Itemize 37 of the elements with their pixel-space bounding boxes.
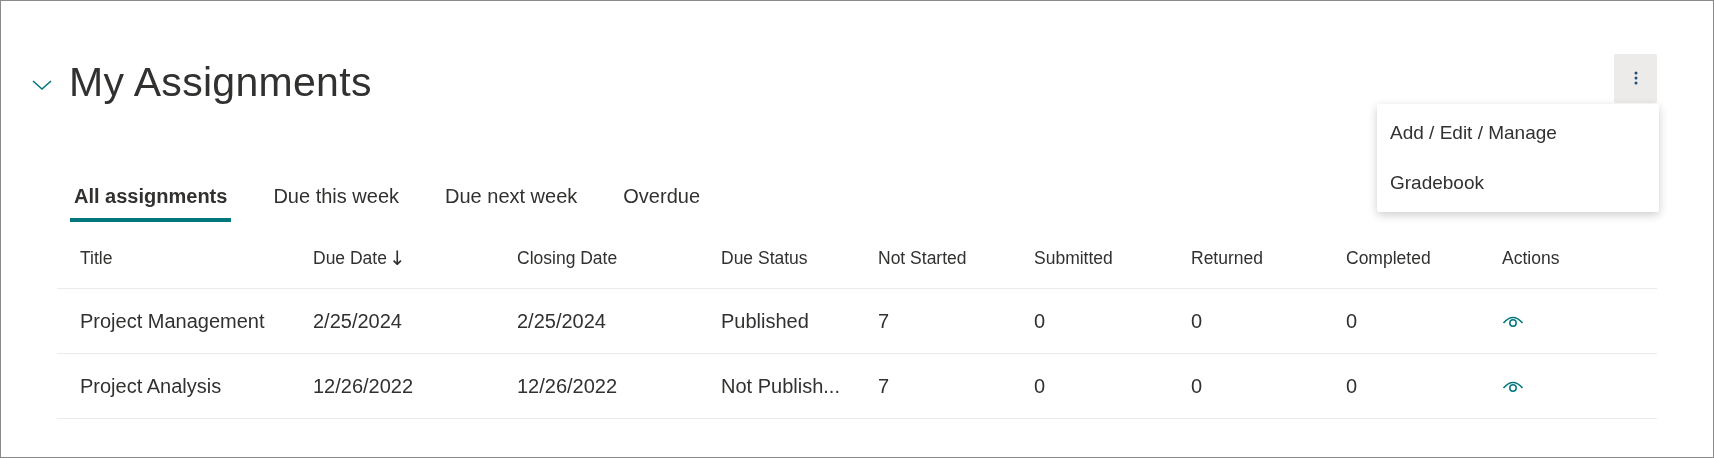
menu-item[interactable]: Add / Edit / Manage [1377, 108, 1659, 158]
tab[interactable]: Due this week [269, 185, 403, 222]
tab[interactable]: Due next week [441, 185, 582, 222]
column-header[interactable]: Closing Date [494, 247, 698, 269]
column-header[interactable]: Actions [1479, 247, 1636, 269]
table-cell-text: 7 [877, 374, 891, 398]
table-cell-text: 0 [1345, 309, 1359, 333]
column-header[interactable]: Title [57, 247, 290, 269]
table-cell-text: Published [720, 309, 810, 333]
column-header[interactable]: Due Date [313, 247, 387, 269]
column-header[interactable]: Submitted [1011, 247, 1168, 269]
table-cell-text: 7 [877, 309, 891, 333]
table-cell-text: 0 [1033, 374, 1047, 398]
column-header[interactable]: Not Started [855, 247, 1011, 269]
table-cell-text: Project Analysis [79, 374, 223, 398]
table-cell-text: 0 [1190, 374, 1204, 398]
table-cell-text: 12/26/2022 [516, 374, 619, 398]
chevron-icon[interactable] [31, 78, 53, 92]
table-cell-text: 0 [1190, 309, 1204, 333]
table-cell-text: 0 [1345, 374, 1359, 398]
column-header[interactable]: Due Status [698, 247, 855, 269]
tab[interactable]: All assignments [70, 185, 232, 222]
column-header[interactable]: Completed [1323, 247, 1479, 269]
more-icon [1633, 71, 1638, 85]
section-title: My Assignments [69, 58, 372, 106]
column-header[interactable]: Returned [1168, 247, 1323, 269]
sort-arrow-icon: ↓ [388, 246, 406, 270]
table-cell-text: 12/26/2022 [312, 374, 415, 398]
table-cell-text: 0 [1033, 309, 1047, 333]
table-cell-text: Not Publish... [720, 374, 841, 398]
eye-icon[interactable] [1502, 379, 1524, 393]
eye-icon[interactable] [1502, 314, 1524, 328]
table-cell-text: 2/25/2024 [312, 309, 403, 333]
menu-item[interactable]: Gradebook [1377, 158, 1659, 208]
table-cell-text: Project Management [79, 309, 266, 333]
tab[interactable]: Overdue [619, 185, 705, 222]
table-cell-text: 2/25/2024 [516, 309, 607, 333]
